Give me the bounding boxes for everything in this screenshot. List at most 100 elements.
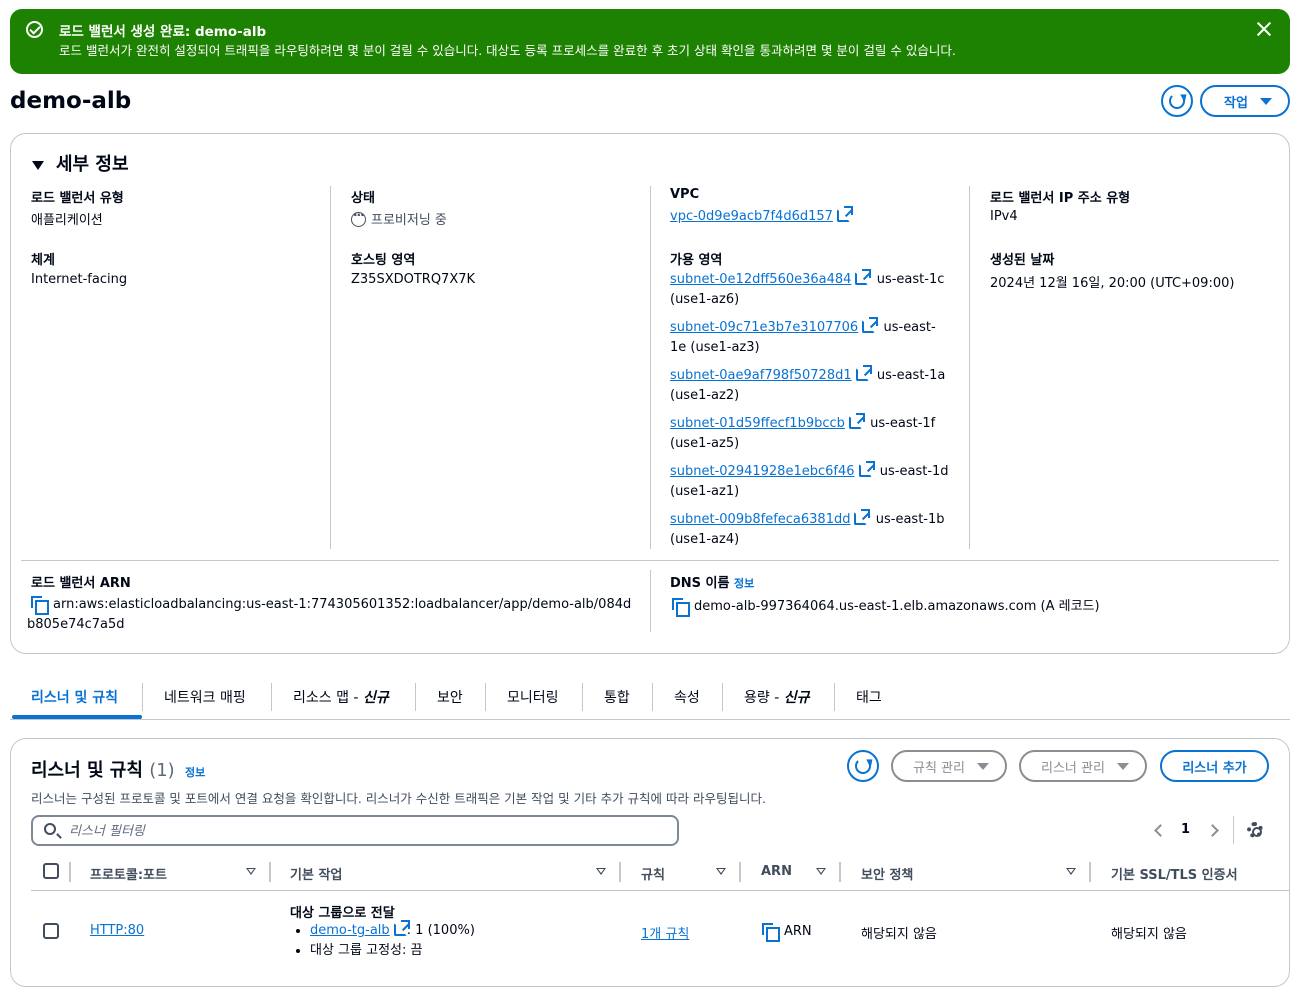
column-header-security-policy[interactable]: 보안 정책: [861, 864, 913, 883]
divider: [21, 560, 1279, 561]
caret-down-icon: [32, 160, 44, 170]
subnet-zone: us-east-1a: [876, 368, 946, 383]
subnet-link[interactable]: subnet-0ae9af798f50728d1: [670, 368, 852, 383]
tab-security[interactable]: 보안: [437, 687, 463, 707]
success-flashbar: 로드 밸런서 생성 완료: demo-alb 로드 밸런서가 완전히 설정되어 …: [10, 9, 1290, 74]
subnet-item: subnet-0ae9af798f50728d1 us-east-1a (use…: [670, 365, 950, 406]
tab-divider: [485, 683, 486, 711]
ip-type-label: 로드 밸런서 IP 주소 유형: [990, 191, 1131, 206]
subnet-item: subnet-009b8fefeca6381dd us-east-1b (use…: [670, 509, 950, 550]
external-link-icon[interactable]: [836, 206, 853, 222]
arn-text: ARN: [784, 924, 812, 939]
column-divider: [739, 862, 741, 882]
close-icon[interactable]: [1256, 21, 1272, 37]
external-link-icon[interactable]: [393, 920, 410, 936]
dns-value: demo-alb-997364064.us-east-1.elb.amazona…: [672, 595, 1100, 617]
copy-icon[interactable]: [672, 598, 690, 617]
external-link-icon[interactable]: [855, 269, 872, 285]
sort-icon[interactable]: [596, 868, 606, 875]
sort-icon[interactable]: [816, 868, 826, 875]
caret-down-icon: [1259, 97, 1272, 105]
sort-icon[interactable]: [1066, 868, 1076, 875]
tab-integrations[interactable]: 통합: [604, 687, 630, 707]
column-header-default-action[interactable]: 기본 작업: [290, 864, 342, 883]
scheme-label: 체계: [31, 253, 55, 268]
dns-label: DNS 이름 정보: [670, 572, 754, 591]
table-row-ssl-cert: 해당되지 않음: [1111, 927, 1187, 942]
copy-icon[interactable]: [762, 923, 780, 942]
subnet-zone-id: (use1-az5): [670, 436, 740, 451]
external-link-icon[interactable]: [862, 317, 879, 333]
rules-link[interactable]: 1개 규칙: [641, 927, 689, 942]
column-divider: [69, 862, 71, 882]
ip-type-value: IPv4: [990, 209, 1018, 224]
refresh-button[interactable]: [1161, 85, 1193, 117]
column-divider: [1089, 862, 1091, 882]
manage-rules-button[interactable]: 규칙 관리: [891, 750, 1007, 782]
subnet-zone: us-east-1d: [879, 464, 949, 479]
column-header-rules[interactable]: 규칙: [641, 864, 665, 883]
listeners-title: 리스너 및 규칙: [31, 760, 143, 781]
status-label: 상태: [351, 191, 375, 206]
column-header-arn[interactable]: ARN: [761, 864, 792, 879]
column-divider: [839, 862, 841, 882]
tab-divider: [652, 683, 653, 711]
tab-capacity[interactable]: 용량 - 신규: [744, 687, 809, 707]
divider: [1233, 816, 1234, 844]
table-row-security-policy: 해당되지 않음: [861, 927, 937, 942]
subnet-link[interactable]: subnet-02941928e1ebc6f46: [670, 464, 855, 479]
row-checkbox[interactable]: [43, 923, 59, 939]
status-value: 프로비저닝 중: [351, 208, 447, 228]
sort-icon[interactable]: [246, 868, 256, 875]
refresh-button[interactable]: [847, 750, 879, 782]
tab-network-mapping[interactable]: 네트워크 매핑: [164, 687, 246, 707]
column-header-protocol-port[interactable]: 프로토콜:포트: [90, 864, 167, 883]
pending-icon: [351, 208, 366, 227]
listeners-info-link[interactable]: 정보: [185, 766, 205, 779]
external-link-icon[interactable]: [855, 365, 872, 381]
tab-monitoring[interactable]: 모니터링: [507, 687, 559, 707]
gear-icon[interactable]: [1247, 822, 1263, 838]
tab-resource-map[interactable]: 리소스 맵 - 신규: [293, 687, 389, 707]
subnet-link[interactable]: subnet-01d59ffecf1b9bccb: [670, 416, 845, 431]
external-link-icon[interactable]: [848, 413, 865, 429]
add-listener-label: 리스너 추가: [1182, 760, 1247, 776]
page-title: demo-alb: [10, 88, 132, 114]
subnet-item: subnet-0e12dff560e36a484 us-east-1c (use…: [670, 269, 950, 310]
divider: [650, 186, 651, 549]
target-group-link[interactable]: demo-tg-alb: [310, 923, 390, 938]
external-link-icon[interactable]: [858, 461, 875, 477]
listener-filter-input[interactable]: [69, 820, 669, 842]
subnet-zone: us-east-1f: [870, 416, 936, 431]
listener-filter[interactable]: [31, 815, 679, 846]
page-number[interactable]: 1: [1181, 822, 1190, 837]
stickiness-text: 대상 그룹 고정성: 끔: [310, 943, 423, 958]
copy-icon[interactable]: [31, 596, 49, 615]
tab-divider: [415, 683, 416, 711]
details-header[interactable]: 세부 정보: [32, 150, 129, 176]
subnet-link[interactable]: subnet-009b8fefeca6381dd: [670, 512, 850, 527]
subnet-link[interactable]: subnet-0e12dff560e36a484: [670, 272, 851, 287]
actions-dropdown-button[interactable]: 작업: [1200, 85, 1290, 117]
vpc-link[interactable]: vpc-0d9e9acb7f4d6d157: [670, 209, 833, 224]
external-link-icon[interactable]: [854, 509, 871, 525]
listeners-header: 리스너 및 규칙 (1) 정보: [31, 756, 205, 782]
flash-title: 로드 밸런서 생성 완료: demo-alb: [59, 24, 267, 40]
subnet-item: subnet-09c71e3b7e3107706 us-east- 1e (us…: [670, 317, 950, 358]
subnet-link[interactable]: subnet-09c71e3b7e3107706: [670, 320, 858, 335]
vpc-value: vpc-0d9e9acb7f4d6d157: [670, 206, 853, 224]
tab-listeners-rules[interactable]: 리스너 및 규칙: [31, 687, 118, 707]
dns-info-link[interactable]: 정보: [734, 577, 754, 590]
subnet-zone: us-east-1b: [875, 512, 945, 527]
subnet-zone-id: (use1-az2): [670, 388, 740, 403]
column-header-ssl-cert[interactable]: 기본 SSL/TLS 인증서: [1111, 864, 1238, 883]
select-all-checkbox[interactable]: [43, 863, 59, 879]
action-details: demo-tg-alb: 1 (100%) 대상 그룹 고정성: 끔: [290, 920, 475, 961]
add-listener-button[interactable]: 리스너 추가: [1160, 750, 1269, 782]
manage-listeners-button[interactable]: 리스너 관리: [1019, 750, 1147, 782]
table-header-divider: [31, 890, 1289, 891]
tab-tags[interactable]: 태그: [856, 687, 882, 707]
tab-attributes[interactable]: 속성: [674, 687, 700, 707]
sort-icon[interactable]: [716, 868, 726, 875]
protocol-port-link[interactable]: HTTP:80: [90, 923, 144, 938]
